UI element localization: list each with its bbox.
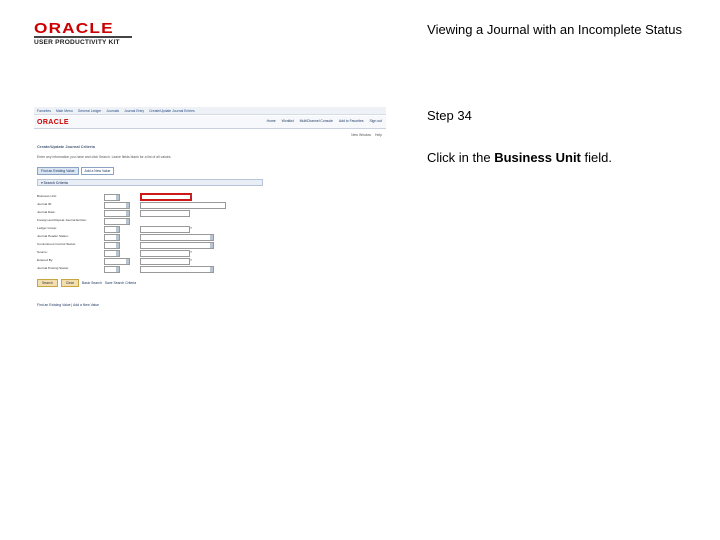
header-link[interactable]: MultiChannel Console — [300, 119, 333, 123]
header-link[interactable]: Add to Favorites — [339, 119, 364, 123]
field-row-source: Source: ⌕ — [37, 250, 277, 257]
field-label: Foreign and Repeat Journal Entries: — [37, 218, 87, 222]
operator-select[interactable] — [104, 234, 120, 241]
lookup-icon[interactable]: ⌕ — [190, 226, 194, 230]
field-label: Journal ID: — [37, 202, 52, 206]
header-link[interactable]: Home — [267, 119, 276, 123]
app-header: ORACLE Home Worklist MultiChannel Consol… — [34, 116, 386, 129]
search-criteria-label: Search Criteria — [43, 181, 68, 185]
lookup-icon[interactable]: ⌕ — [190, 194, 194, 198]
chevron-down-icon — [210, 267, 213, 272]
operator-select[interactable] — [104, 250, 120, 257]
ledger-group-input[interactable] — [140, 226, 190, 233]
instruction-prefix: Click in the — [427, 150, 495, 165]
search-button[interactable]: Search — [37, 279, 58, 287]
header-links: Home Worklist MultiChannel Console Add t… — [267, 119, 382, 123]
operator-select[interactable] — [104, 266, 120, 273]
lookup-icon[interactable]: ⌕ — [190, 250, 194, 254]
journal-date-input[interactable] — [140, 210, 190, 217]
field-label: Business Unit: — [37, 194, 57, 198]
logo-product: USER PRODUCTIVITY KIT — [34, 39, 120, 46]
page-title: Create/Update Journal Criteria — [37, 144, 95, 149]
business-unit-input[interactable] — [140, 193, 192, 201]
field-label: Ledger Group: — [37, 226, 57, 230]
breadcrumb-item[interactable]: Journal Entry — [124, 109, 144, 113]
search-criteria-header[interactable]: ▾ Search Criteria — [37, 179, 263, 186]
breadcrumb-bar: Favorites Main Menu General Ledger Journ… — [34, 107, 386, 115]
field-row-commitment-status: Commitment Control Status: — [37, 242, 277, 249]
operator-select[interactable] — [104, 202, 130, 209]
source-input[interactable] — [140, 250, 190, 257]
field-label: Commitment Control Status: — [37, 242, 76, 246]
field-label: Entered By: — [37, 258, 54, 262]
document-title: Viewing a Journal with an Incomplete Sta… — [427, 22, 682, 37]
tab-find-existing[interactable]: Find an Existing Value — [37, 167, 79, 175]
field-label: Journal Header Status: — [37, 234, 69, 238]
field-label: Journal Date: — [37, 210, 56, 214]
header-link[interactable]: Sign out — [370, 119, 382, 123]
step-instruction: Click in the Business Unit field. — [427, 150, 612, 165]
field-row-ledger-group: Ledger Group: ⌕ — [37, 226, 277, 233]
commitment-status-select[interactable] — [140, 242, 214, 249]
oracle-upk-logo: ORACLE USER PRODUCTIVITY KIT — [34, 21, 134, 48]
chevron-down-icon — [116, 227, 119, 232]
chevron-down-icon — [116, 251, 119, 256]
app-brand: ORACLE — [37, 119, 69, 126]
chevron-down-icon — [116, 267, 119, 272]
header-status-select[interactable] — [140, 234, 214, 241]
operator-select[interactable] — [104, 210, 130, 217]
field-row-journal-id: Journal ID: — [37, 202, 277, 209]
field-row-header-status: Journal Header Status: — [37, 234, 277, 241]
breadcrumb-item[interactable]: Favorites — [37, 109, 51, 113]
logo-divider — [34, 36, 132, 38]
field-row-journal-date: Journal Date: — [37, 210, 277, 217]
entered-by-input[interactable] — [140, 258, 190, 265]
chevron-down-icon — [210, 243, 213, 248]
step-label: Step 34 — [427, 108, 472, 123]
header-link[interactable]: Worklist — [282, 119, 294, 123]
breadcrumb-item[interactable]: Journals — [106, 109, 119, 113]
journal-id-input[interactable] — [140, 202, 226, 209]
chevron-down-icon — [126, 259, 129, 264]
tab-add-new[interactable]: Add a New Value — [80, 167, 115, 175]
help-link[interactable]: Help — [375, 133, 382, 137]
chevron-down-icon — [210, 235, 213, 240]
chevron-down-icon — [116, 235, 119, 240]
breadcrumb-item[interactable]: Create/Update Journal Entries — [149, 109, 195, 113]
breadcrumb-item[interactable]: Main Menu — [56, 109, 73, 113]
posting-status-select[interactable] — [140, 266, 214, 273]
operator-select[interactable] — [104, 258, 130, 265]
field-row-entered-by: Entered By: ⌕ — [37, 258, 277, 265]
field-row-foreign-repeat: Foreign and Repeat Journal Entries: — [37, 218, 277, 225]
operator-select[interactable] — [104, 194, 120, 201]
clear-button[interactable]: Clear — [60, 279, 79, 287]
lookup-icon[interactable]: ⌕ — [190, 258, 194, 262]
utility-links: New Window Help — [351, 133, 382, 137]
instruction-target: Business Unit — [494, 150, 581, 165]
chevron-down-icon — [116, 195, 119, 200]
instruction-suffix: field. — [580, 150, 612, 165]
operator-select[interactable] — [104, 226, 120, 233]
tab-bar: Find an Existing Value Add a New Value — [37, 167, 115, 175]
operator-select[interactable] — [104, 218, 130, 225]
footer-links[interactable]: Find an Existing Value | Add a New Value — [37, 303, 99, 307]
chevron-down-icon — [116, 243, 119, 248]
field-row-business-unit: Business Unit: ⌕ — [37, 193, 277, 201]
chevron-down-icon — [126, 203, 129, 208]
logo-brand: ORACLE — [34, 20, 114, 37]
chevron-down-icon — [126, 211, 129, 216]
operator-select[interactable] — [104, 242, 120, 249]
page-instruction: Enter any information you have and click… — [37, 155, 172, 159]
embedded-screenshot: Favorites Main Menu General Ledger Journ… — [34, 107, 386, 312]
field-label: Journal Posting Status: — [37, 266, 69, 270]
new-window-link[interactable]: New Window — [351, 133, 371, 137]
save-criteria-link[interactable]: Save Search Criteria — [105, 281, 136, 285]
breadcrumb-item[interactable]: General Ledger — [78, 109, 102, 113]
basic-search-link[interactable]: Basic Search — [82, 281, 102, 285]
chevron-down-icon — [126, 219, 129, 224]
field-label: Source: — [37, 250, 48, 254]
search-actions: Search Clear Basic Search Save Search Cr… — [37, 279, 136, 287]
field-row-posting-status: Journal Posting Status: — [37, 266, 277, 273]
